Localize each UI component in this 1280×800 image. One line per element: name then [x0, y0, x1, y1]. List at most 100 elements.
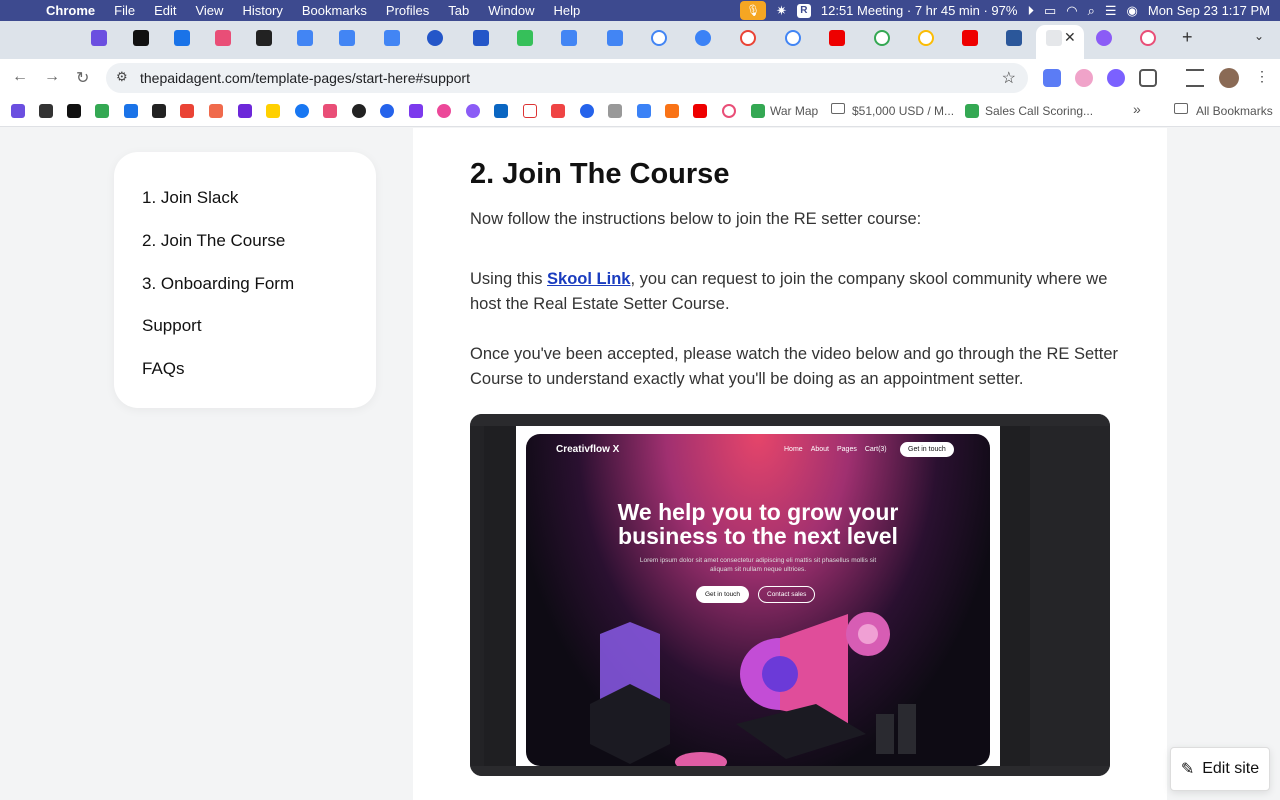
tab-favicon[interactable] [256, 30, 272, 46]
tab-favicon[interactable] [1140, 30, 1156, 46]
menu-view[interactable]: View [195, 3, 223, 18]
sidebar-item-onboarding-form[interactable]: 3. Onboarding Form [142, 274, 294, 294]
bookmark-revenue[interactable]: $51,000 USD / M... [852, 104, 954, 118]
reading-list-icon[interactable] [1186, 69, 1204, 87]
more-menu-icon[interactable]: ⋮ [1255, 68, 1269, 85]
tab-favicon[interactable] [174, 30, 190, 46]
tab-favicon[interactable] [561, 30, 577, 46]
tab-favicon[interactable] [384, 30, 400, 46]
tab-favicon[interactable] [339, 30, 355, 46]
bookmark-icon[interactable] [466, 104, 480, 118]
site-settings-icon[interactable]: ⚙ [116, 69, 128, 85]
skool-link[interactable]: Skool Link [547, 270, 630, 288]
bookmark-icon[interactable] [551, 104, 565, 118]
close-tab-icon[interactable]: ✕ [1064, 29, 1076, 46]
url-text[interactable]: thepaidagent.com/template-pages/start-he… [140, 70, 470, 86]
tab-favicon[interactable] [1046, 30, 1062, 46]
bookmark-icon[interactable] [67, 104, 81, 118]
menubar-datetime[interactable]: Mon Sep 23 1:17 PM [1148, 3, 1270, 18]
sheets-icon[interactable] [751, 104, 765, 118]
tab-favicon[interactable] [651, 30, 667, 46]
tab-favicon[interactable] [1096, 30, 1112, 46]
tab-favicon[interactable] [427, 30, 443, 46]
folder-icon[interactable] [831, 103, 845, 114]
tab-favicon[interactable] [517, 30, 533, 46]
tab-favicon[interactable] [785, 30, 801, 46]
tab-favicon[interactable] [473, 30, 489, 46]
meeting-status[interactable]: 12:51 Meeting · 7 hr 45 min · 97% [821, 3, 1018, 18]
forward-arrow-icon[interactable]: → [44, 68, 60, 86]
menu-history[interactable]: History [242, 3, 282, 18]
menu-file[interactable]: File [114, 3, 135, 18]
tab-favicon[interactable] [215, 30, 231, 46]
bookmark-icon[interactable] [152, 104, 166, 118]
sun-icon[interactable]: ✷ [776, 3, 787, 19]
bookmark-icon[interactable] [323, 104, 337, 118]
bookmark-icon[interactable] [722, 104, 736, 118]
facebook-icon[interactable] [295, 104, 309, 118]
bookmark-icon[interactable] [11, 104, 25, 118]
linkedin-icon[interactable] [494, 104, 508, 118]
menu-bookmarks[interactable]: Bookmarks [302, 3, 367, 18]
siri-icon[interactable]: ◉ [1127, 3, 1138, 19]
extension-icon[interactable] [1107, 69, 1125, 87]
chevron-double-right-icon[interactable]: » [1133, 101, 1141, 117]
tab-favicon[interactable] [918, 30, 934, 46]
bookmark-icon[interactable] [266, 104, 280, 118]
bookmark-icon[interactable] [380, 104, 394, 118]
control-center-icon[interactable]: ☰ [1105, 3, 1117, 19]
tab-favicon[interactable] [607, 30, 623, 46]
menu-app-name[interactable]: Chrome [46, 3, 95, 18]
play-icon[interactable]: ⏵ [1027, 3, 1034, 19]
bookmark-icon[interactable] [637, 104, 651, 118]
bookmark-icon[interactable] [209, 104, 223, 118]
bookmark-war-map[interactable]: War Map [770, 104, 818, 118]
openai-icon[interactable] [352, 104, 366, 118]
tab-favicon[interactable] [297, 30, 313, 46]
new-tab-icon[interactable]: + [1182, 27, 1193, 48]
bookmark-icon[interactable] [409, 104, 423, 118]
tab-favicon[interactable] [91, 30, 107, 46]
sidebar-item-join-course[interactable]: 2. Join The Course [142, 231, 285, 251]
sidebar-item-faqs[interactable]: FAQs [142, 359, 185, 379]
all-bookmarks[interactable]: All Bookmarks [1196, 104, 1273, 118]
search-icon[interactable]: ⌕ [1088, 3, 1095, 19]
battery-icon[interactable]: ▭ [1044, 3, 1056, 19]
microphone-icon[interactable]: 🎙 [739, 1, 766, 20]
extension-icon[interactable] [1075, 69, 1093, 87]
menu-tab[interactable]: Tab [448, 3, 469, 18]
bookmark-icon[interactable] [39, 104, 53, 118]
bookmark-icon[interactable] [665, 104, 679, 118]
menu-help[interactable]: Help [554, 3, 581, 18]
bookmark-sales-call[interactable]: Sales Call Scoring... [985, 104, 1093, 118]
gmail-icon[interactable] [180, 104, 194, 118]
menu-profiles[interactable]: Profiles [386, 3, 429, 18]
menu-edit[interactable]: Edit [154, 3, 176, 18]
tab-favicon[interactable] [1006, 30, 1022, 46]
bookmark-star-icon[interactable]: ☆ [1002, 68, 1016, 88]
google-drive-icon[interactable] [95, 104, 109, 118]
edit-site-button[interactable]: ✎ Edit site [1170, 747, 1270, 791]
sheets-icon[interactable] [965, 104, 979, 118]
folder-icon[interactable] [1174, 103, 1188, 114]
profile-avatar[interactable] [1219, 68, 1239, 88]
meeting-app-icon[interactable]: R [796, 3, 811, 18]
bookmark-icon[interactable] [580, 104, 594, 118]
tab-favicon[interactable] [829, 30, 845, 46]
youtube-icon[interactable] [693, 104, 707, 118]
video-player[interactable]: Creativflow X Home About Pages Cart(3) G… [470, 414, 1110, 776]
bookmark-icon[interactable] [523, 104, 537, 118]
calendar-icon[interactable] [124, 104, 138, 118]
sidebar-item-support[interactable]: Support [142, 316, 202, 336]
back-arrow-icon[interactable]: ← [12, 68, 28, 86]
wifi-icon[interactable]: ◠ [1066, 3, 1077, 19]
bookmark-icon[interactable] [437, 104, 451, 118]
tab-favicon[interactable] [962, 30, 978, 46]
tab-favicon[interactable] [874, 30, 890, 46]
address-bar[interactable]: ⚙ thepaidagent.com/template-pages/start-… [106, 63, 1028, 93]
bookmark-icon[interactable] [608, 104, 622, 118]
chevron-down-icon[interactable]: ⌄ [1254, 29, 1264, 43]
tab-favicon[interactable] [740, 30, 756, 46]
tab-favicon[interactable] [695, 30, 711, 46]
sidebar-item-join-slack[interactable]: 1. Join Slack [142, 188, 238, 208]
